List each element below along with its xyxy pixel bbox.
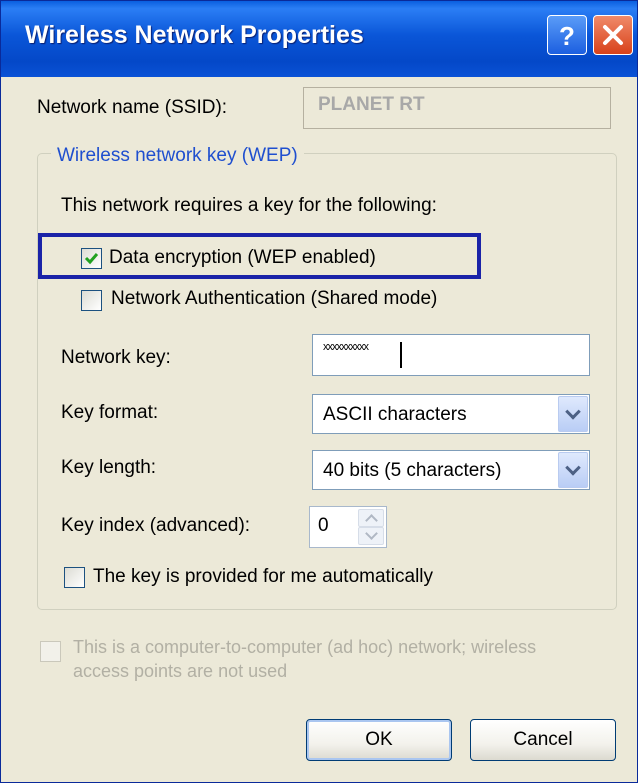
- ok-button[interactable]: OK: [306, 719, 452, 761]
- key-format-dropdown-button[interactable]: [558, 396, 588, 432]
- ssid-label: Network name (SSID):: [37, 97, 228, 118]
- network-key-input[interactable]: xxxxxxxxxx: [312, 334, 590, 376]
- help-button[interactable]: ?: [547, 15, 587, 55]
- network-auth-checkbox[interactable]: [81, 290, 102, 311]
- data-encryption-checkbox[interactable]: [81, 248, 102, 269]
- adhoc-label-line2: access points are not used: [73, 661, 288, 681]
- key-index-label: Key index (advanced):: [61, 515, 251, 536]
- close-icon: [603, 25, 623, 45]
- key-format-value: ASCII characters: [323, 404, 467, 425]
- network-key-value: xxxxxxxxxx: [323, 341, 369, 353]
- wep-group-legend: Wireless network key (WEP): [51, 145, 304, 167]
- key-index-value: 0: [318, 515, 329, 536]
- network-key-label: Network key:: [61, 347, 171, 368]
- chevron-down-icon: [365, 527, 378, 540]
- checkmark-icon: [84, 253, 99, 265]
- spin-down-button[interactable]: [358, 527, 384, 545]
- chevron-down-icon: [565, 460, 581, 476]
- requires-key-text: This network requires a key for the foll…: [61, 195, 437, 216]
- wireless-network-properties-dialog: Wireless Network Properties ? Network na…: [0, 0, 638, 783]
- chevron-up-icon: [365, 514, 378, 527]
- close-button[interactable]: [593, 15, 633, 55]
- auto-key-label[interactable]: The key is provided for me automatically: [93, 566, 433, 588]
- data-encryption-label[interactable]: Data encryption (WEP enabled): [109, 247, 376, 269]
- key-format-label: Key format:: [61, 402, 159, 423]
- ssid-field: PLANET RT: [303, 87, 611, 129]
- key-length-select[interactable]: 40 bits (5 characters): [312, 450, 590, 490]
- network-auth-label[interactable]: Network Authentication (Shared mode): [111, 288, 437, 310]
- cancel-button[interactable]: Cancel: [470, 719, 616, 761]
- key-length-label: Key length:: [61, 457, 157, 478]
- auto-key-checkbox[interactable]: [64, 567, 85, 588]
- spin-up-button[interactable]: [358, 509, 384, 527]
- adhoc-checkbox[interactable]: [40, 641, 61, 662]
- adhoc-label-line1: This is a computer-to-computer (ad hoc) …: [73, 637, 537, 657]
- title-bar[interactable]: Wireless Network Properties ?: [1, 1, 637, 77]
- key-length-value: 40 bits (5 characters): [323, 460, 502, 481]
- key-index-spinner[interactable]: 0: [309, 506, 387, 548]
- text-caret: [400, 342, 402, 368]
- key-format-select[interactable]: ASCII characters: [312, 394, 590, 434]
- key-length-dropdown-button[interactable]: [558, 452, 588, 488]
- chevron-down-icon: [565, 404, 581, 420]
- svg-text:?: ?: [559, 21, 575, 51]
- help-icon: ?: [559, 21, 575, 51]
- ssid-value: PLANET RT: [318, 94, 425, 115]
- window-title: Wireless Network Properties: [25, 21, 364, 49]
